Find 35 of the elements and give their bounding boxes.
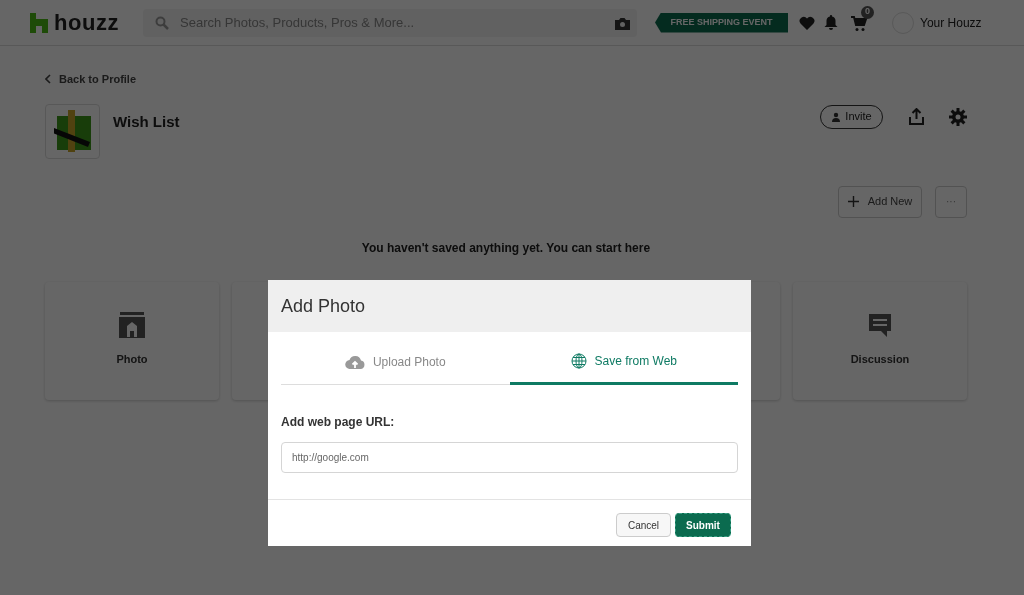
bell-icon[interactable]	[824, 15, 838, 30]
submit-button[interactable]: Submit	[675, 513, 731, 537]
ruler-pencil-drawing	[53, 110, 92, 152]
field-label: Add web page URL:	[281, 414, 396, 431]
card-label: Discussion	[850, 351, 910, 367]
list-title: Wish List	[113, 111, 180, 132]
card-label: Photo	[116, 351, 148, 367]
account-link[interactable]: Your Houzz	[920, 13, 982, 32]
tab[interactable]: Upload Photo	[281, 340, 510, 385]
option-card[interactable]: Discussion	[793, 281, 967, 400]
globe-icon	[570, 353, 587, 369]
back-chevron-icon	[45, 74, 51, 85]
cloud-upload-icon	[344, 355, 365, 369]
promo-tag[interactable]: FREE SHIPPING EVENT	[655, 12, 788, 33]
logo[interactable]: houzz	[54, 11, 120, 34]
add-new-button[interactable]: Add New	[838, 185, 922, 218]
camera-icon[interactable]	[615, 16, 630, 30]
url-field[interactable]: http://google.com	[281, 442, 738, 473]
chat-bubble-icon	[867, 311, 893, 338]
search-icon	[155, 15, 169, 30]
back-link[interactable]: Back to Profile	[59, 71, 137, 88]
share-icon[interactable]	[909, 107, 924, 125]
more-button[interactable]: ···	[935, 185, 967, 218]
tab[interactable]: Save from Web	[509, 340, 738, 385]
settings-icon[interactable]	[949, 107, 967, 126]
logo-house-icon	[30, 12, 48, 33]
option-card[interactable]: Photo	[45, 281, 219, 400]
empty-message: You haven't saved anything yet. You can start here	[361, 239, 651, 257]
cart-icon[interactable]	[851, 15, 867, 32]
cart-count-badge: 0	[861, 5, 874, 19]
heart-icon[interactable]	[799, 15, 815, 30]
cancel-button[interactable]: Cancel	[616, 513, 671, 537]
plus-icon	[847, 196, 859, 207]
modal-title: Add Photo	[281, 294, 366, 318]
photo-icon	[119, 311, 145, 338]
